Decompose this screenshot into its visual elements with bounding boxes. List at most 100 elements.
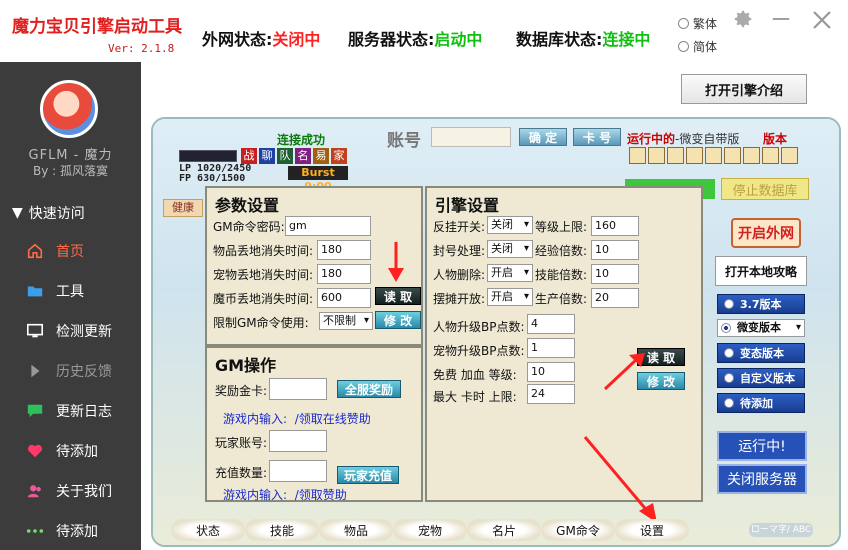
ban-handling-label: 封号处理: [433,244,486,258]
tab-pets[interactable]: 宠物 [393,519,467,541]
toolbar-icon[interactable] [781,147,798,164]
pet-drop-time-input[interactable]: 180 [317,264,371,284]
tab-items[interactable]: 物品 [319,519,393,541]
param-read-button[interactable]: 读 取 [375,287,421,305]
radio-simplified-label: 简体 [693,40,718,54]
card-number-button[interactable]: 卡 号 [573,128,621,146]
stop-server-button[interactable]: 关闭服务器 [717,464,807,494]
limit-gm-select[interactable]: 不限制 [319,312,373,330]
item-drop-time-input[interactable]: 180 [317,240,371,260]
toolbar-icon[interactable] [629,147,646,164]
db-status: 数据库状态:连接中 [516,26,650,50]
chip-team[interactable]: 队 [277,148,293,164]
player-recharge-button[interactable]: 玩家充值 [337,466,399,484]
tab-settings[interactable]: 设置 [615,519,689,541]
sidebar-item-home[interactable]: 首页 [0,232,141,270]
anti-hack-select[interactable]: 关闭 [487,216,533,234]
toolbar-icon[interactable] [686,147,703,164]
version-option-extreme[interactable]: 变态版本 [717,343,805,363]
gm-operations-panel: GM操作 奖励金卡: 全服奖励 游戏内输入: /领取在线赞助 玩家账号: 充值数… [205,346,423,502]
running-edition: -微变自带版 [675,132,740,146]
sidebar-item-label: 待添加 [56,444,98,460]
radio-dot[interactable] [724,373,734,383]
player-account-input[interactable] [269,430,327,452]
tab-skills[interactable]: 技能 [245,519,319,541]
gm-password-input[interactable]: gm [285,216,371,236]
chip-chat[interactable]: 聊 [259,148,275,164]
tab-gm-command[interactable]: GM命令 [541,519,615,541]
param-modify-button[interactable]: 修 改 [375,311,421,329]
radio-dot[interactable] [724,348,734,358]
version-option-37[interactable]: 3.7版本 [717,294,805,314]
exp-rate-input[interactable]: 10 [591,240,639,260]
health-tab[interactable]: 健康 [163,199,203,217]
open-intro-button[interactable]: 打开引擎介绍 [681,74,807,104]
version-label: 版本 [763,132,788,146]
toolbar-icon[interactable] [762,147,779,164]
stop-database-button[interactable]: 停止数据库 [721,178,809,200]
toolbar-icon[interactable] [667,147,684,164]
ban-handling-select[interactable]: 关闭 [487,240,533,258]
version-option-micro[interactable]: 微变版本 [717,319,805,337]
confirm-button[interactable]: 确 定 [519,128,567,146]
sidebar-item-label: 检测更新 [56,324,112,340]
toolbar-icon[interactable] [724,147,741,164]
bottom-tab-bar: 状态 技能 物品 宠物 名片 GM命令 设置 [171,519,689,541]
version-option-label: 微变版本 [737,321,781,334]
gold-drop-time-input[interactable]: 600 [317,288,371,308]
quick-access-header[interactable]: ▼ 快速访问 [12,203,85,223]
sidebar-item-placeholder-1[interactable]: 待添加 [0,432,141,470]
sidebar-item-feedback[interactable]: 历史反馈 [0,352,141,390]
sidebar-item-changelog[interactable]: 更新日志 [0,392,141,430]
player-account-label: 玩家账号: [215,436,268,450]
open-external-button[interactable]: 开启外网 [731,218,801,248]
production-rate-input[interactable]: 20 [591,288,639,308]
radio-dot[interactable] [721,323,731,333]
chip-home[interactable]: 家 [331,148,347,164]
sidebar-item-label: 待添加 [56,524,98,540]
heart-icon [27,444,43,458]
level-cap-input[interactable]: 160 [591,216,639,236]
tab-status[interactable]: 状态 [171,519,245,541]
skill-rate-input[interactable]: 10 [591,264,639,284]
radio-dot[interactable] [678,18,689,29]
close-icon[interactable] [810,8,834,32]
radio-traditional[interactable]: 繁体 [678,15,717,32]
radio-dot[interactable] [724,398,734,408]
minimize-icon[interactable] [770,8,792,30]
running-button[interactable]: 运行中! [717,431,807,461]
chip-battle[interactable]: 战 [241,148,257,164]
server-reward-button[interactable]: 全服奖励 [337,380,401,398]
radio-simplified[interactable]: 简体 [678,38,717,55]
free-heal-input[interactable]: 10 [527,362,575,382]
reward-input[interactable] [269,378,327,400]
toolbar-icon[interactable] [743,147,760,164]
sidebar-item-update-check[interactable]: 检测更新 [0,312,141,350]
sidebar-item-tools[interactable]: 工具 [0,272,141,310]
radio-dot[interactable] [678,41,689,52]
toolbar-icon[interactable] [705,147,722,164]
chip-trade[interactable]: 易 [313,148,329,164]
open-local-guide-button[interactable]: 打开本地攻略 [715,256,807,286]
radio-dot[interactable] [724,299,734,309]
sidebar-item-about[interactable]: 关于我们 [0,472,141,510]
toolbar-icon[interactable] [648,147,665,164]
version-option-custom[interactable]: 自定义版本 [717,368,805,388]
gear-icon[interactable] [732,8,754,30]
lp-fp-readout: LP 1020/2450 FP 630/1500 [179,164,251,184]
char-bp-input[interactable]: 4 [527,314,575,334]
stall-open-select[interactable]: 开启 [487,288,533,306]
sidebar-item-placeholder-2[interactable]: 待添加 [0,512,141,550]
net-status: 外网状态:关闭中 [202,26,320,50]
sidebar-item-label: 首页 [56,244,84,260]
chip-name[interactable]: 名 [295,148,311,164]
recharge-input[interactable] [269,460,327,482]
dots-icon [26,529,44,533]
avatar [40,80,98,138]
version-option-placeholder[interactable]: 待添加 [717,393,805,413]
max-card-time-input[interactable]: 24 [527,384,575,404]
account-input[interactable] [431,127,511,147]
pet-bp-input[interactable]: 1 [527,338,575,358]
tab-card[interactable]: 名片 [467,519,541,541]
char-delete-select[interactable]: 开启 [487,264,533,282]
